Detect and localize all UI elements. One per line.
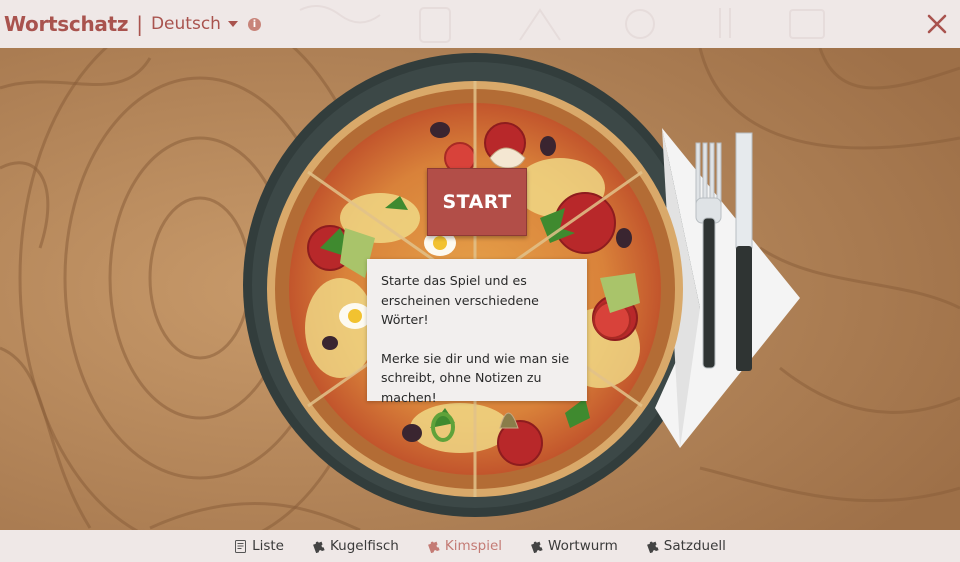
instruction-box: Starte das Spiel und es erscheinen versc… [367,259,587,405]
puzzle-icon [646,541,659,553]
nav-item-kugelfisch[interactable]: Kugelfisch [312,538,399,554]
nav-item-kimspiel[interactable]: Kimspiel [427,538,502,554]
start-button[interactable]: START [427,168,527,236]
header-title-group: Wortschatz | Deutsch i [4,0,261,48]
nav-label-kimspiel: Kimspiel [444,538,503,554]
puzzle-icon [427,541,440,553]
nav-label-satzduell: Satzduell [663,538,726,554]
bottom-navigation: Liste Kugelfisch Kimspiel Wortwurm Satzd… [0,530,960,562]
language-dropdown[interactable]: Deutsch [151,14,238,34]
nav-item-wortwurm[interactable]: Wortwurm [530,538,618,554]
nav-label-liste: Liste [252,538,284,554]
info-icon[interactable]: i [247,17,261,31]
nav-item-liste[interactable]: Liste [234,538,284,554]
instruction-text-1: Starte das Spiel und es erscheinen versc… [381,273,539,327]
instruction-text-2: Merke sie dir und wie man sie schreibt, … [381,350,570,405]
header-bar: Wortschatz | Deutsch i [0,0,960,48]
language-label: Deutsch [150,14,221,34]
puzzle-icon [313,541,325,553]
nav-label-kugelfisch: Kugelfisch [329,538,399,554]
chevron-down-icon [227,21,238,27]
puzzle-icon [531,541,543,553]
nav-label-wortwurm: Wortwurm [548,538,618,554]
title-separator: | [136,12,143,36]
list-icon [235,539,247,553]
app-title: Wortschatz [4,12,129,36]
nav-item-satzduell[interactable]: Satzduell [646,538,726,554]
close-icon[interactable] [926,13,948,35]
game-area: START Starte das Spiel und es erscheinen… [0,48,960,530]
knife [735,132,753,371]
